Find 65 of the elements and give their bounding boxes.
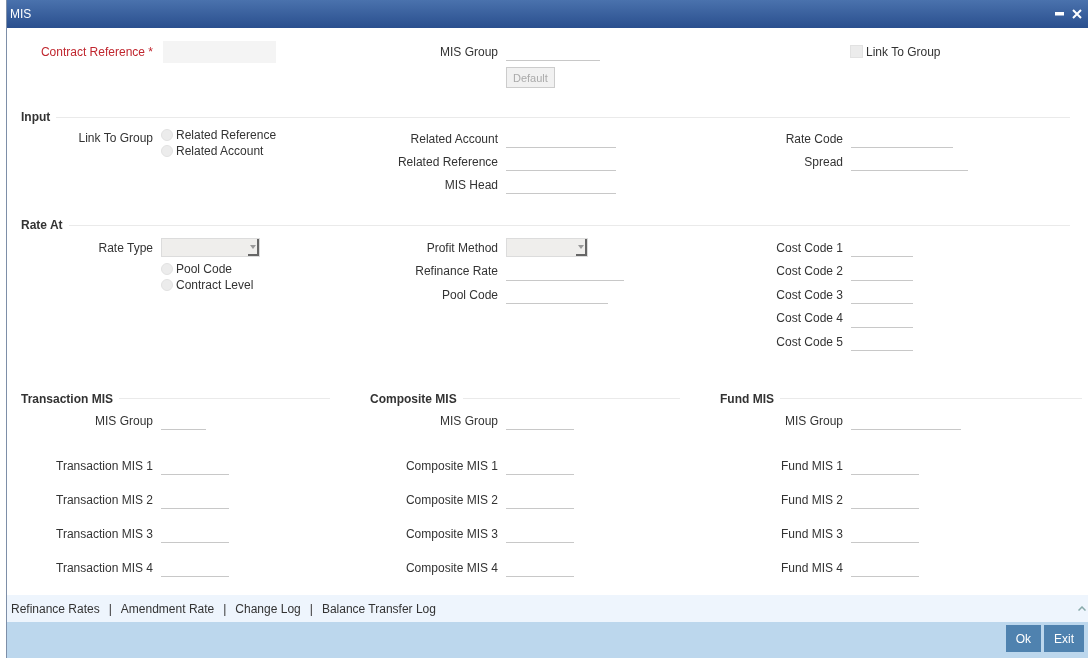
field-label: MIS Group — [438, 44, 499, 59]
field-label: Fund MIS 2 — [779, 492, 844, 507]
rate-type-dropdown[interactable] — [161, 238, 260, 258]
field-label: Transaction MIS 3 — [55, 526, 154, 541]
field-label: Transaction MIS 2 — [55, 492, 154, 507]
window-title: MIS — [10, 7, 32, 21]
field-label: Spread — [803, 154, 844, 169]
checkbox[interactable] — [850, 45, 863, 58]
field-label: Cost Code 5 — [775, 334, 844, 349]
field-label: MIS Group — [93, 413, 154, 428]
footer-link[interactable]: Refinance Rates — [11, 601, 100, 616]
dropdown-arrow-icon — [249, 244, 256, 249]
radio-label: Related Account — [176, 144, 264, 158]
action-button[interactable]: Ok — [1005, 625, 1041, 652]
minimize-icon[interactable] — [1055, 12, 1064, 16]
footer-link[interactable]: Balance Transfer Log — [321, 601, 436, 616]
required-mark: * — [148, 44, 153, 59]
close-icon[interactable] — [1072, 9, 1082, 19]
field-label: Transaction MIS 1 — [55, 458, 154, 473]
field-label: Fund MIS 1 — [779, 458, 844, 473]
radio-label: Pool Code — [176, 261, 233, 276]
field-label: Transaction MIS 4 — [55, 560, 154, 575]
footer-link[interactable]: Change Log — [235, 601, 301, 616]
checkbox-label: Link To Group — [866, 44, 941, 59]
field-label: Profit Method — [425, 240, 499, 255]
field-label: Composite MIS 4 — [404, 560, 499, 575]
profit-method-dropdown[interactable] — [506, 238, 588, 258]
field-label: Composite MIS 1 — [404, 458, 499, 473]
field-label: Contract Reference * — [39, 44, 154, 59]
caret-icon[interactable] — [1078, 606, 1086, 611]
field-label: Cost Code 2 — [775, 264, 844, 279]
radio-button[interactable] — [161, 262, 173, 275]
field-label: Cost Code 4 — [775, 311, 844, 326]
field-label: Related Reference — [396, 154, 499, 169]
field-label: Cost Code 1 — [775, 240, 844, 255]
field-label: Pool Code — [440, 287, 499, 302]
section-title: Rate At — [21, 218, 64, 232]
field-label: Related Account — [409, 131, 499, 146]
field-label: Rate Type — [97, 240, 154, 255]
field-label: Refinance Rate — [414, 264, 499, 279]
section-title: Input — [21, 110, 52, 124]
section-title: Transaction MIS — [21, 391, 115, 406]
field-label: Fund MIS 4 — [779, 560, 844, 575]
action-button[interactable]: Exit — [1044, 625, 1084, 652]
footer-link[interactable]: Amendment Rate — [120, 601, 215, 616]
dropdown-arrow-icon — [577, 244, 584, 249]
radio-button[interactable] — [161, 145, 173, 157]
radio-button[interactable] — [161, 129, 173, 141]
link-separator: | — [222, 601, 228, 616]
section-title: Composite MIS — [370, 391, 458, 406]
field-label: Composite MIS 3 — [404, 526, 499, 541]
link-separator: | — [308, 601, 314, 616]
field-label: Composite MIS 2 — [404, 492, 499, 507]
field-label: MIS Group — [438, 413, 499, 428]
link-separator: | — [107, 601, 113, 616]
radio-label: Related Reference — [176, 128, 277, 142]
radio-label: Contract Level — [176, 277, 254, 292]
field-label: MIS Group — [783, 413, 844, 428]
field-label: MIS Head — [443, 177, 499, 192]
field-label: Cost Code 3 — [775, 287, 844, 302]
field-label: Fund MIS 3 — [779, 526, 844, 541]
field-label: Rate Code — [784, 131, 844, 146]
field-label: Link To Group — [77, 130, 154, 147]
radio-button[interactable] — [161, 278, 173, 291]
section-title: Fund MIS — [720, 391, 775, 406]
